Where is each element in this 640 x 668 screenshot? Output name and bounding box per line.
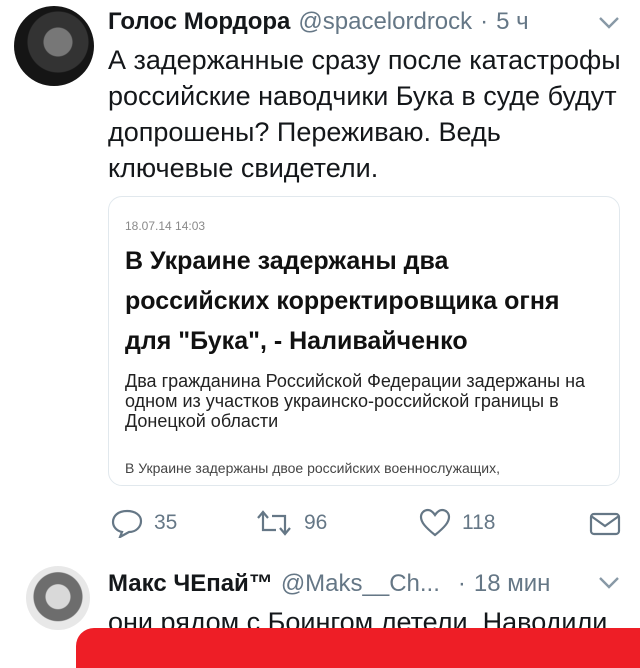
message-icon: [589, 512, 621, 536]
link-card[interactable]: 18.07.14 14:03 В Украине задержаны два р…: [108, 196, 620, 486]
chevron-down-icon[interactable]: [596, 12, 622, 34]
author-name[interactable]: Голос Мордора: [108, 8, 290, 36]
card-title: В Украине задержаны два российских корре…: [125, 247, 560, 355]
author-name[interactable]: Макс ЧЕпай™: [108, 570, 273, 598]
retweet-button[interactable]: 96: [254, 508, 327, 538]
like-icon: [419, 508, 451, 537]
avatar[interactable]: [26, 566, 90, 630]
tweet-text: А задержанные сразу после катастрофы рос…: [108, 45, 621, 183]
separator-dot: ·: [457, 570, 466, 597]
card-date: 18.07.14 14:03: [125, 219, 206, 233]
retweet-count: 96: [304, 511, 328, 534]
like-count: 118: [462, 511, 496, 534]
tweet-header: Макс ЧЕпай™ @Maks__Ch... · 18 мин: [108, 570, 550, 598]
card-more-text: В Украине задержаны двое российских воен…: [125, 460, 500, 476]
avatar[interactable]: [14, 6, 94, 86]
like-button[interactable]: 118: [418, 508, 495, 538]
red-highlight-mark: [76, 628, 640, 668]
timestamp[interactable]: 18 мин: [474, 570, 551, 598]
author-handle[interactable]: @Maks__Ch...: [281, 570, 440, 598]
retweet-icon: [257, 510, 291, 536]
tweet-header: Голос Мордора @spacelordrock · 5 ч: [108, 8, 529, 36]
reply-count: 35: [154, 511, 178, 534]
reply-button[interactable]: 35: [110, 508, 177, 538]
message-button[interactable]: [588, 510, 632, 538]
card-description: Два гражданина Российской Федерации заде…: [125, 371, 586, 431]
reply-icon: [111, 509, 143, 538]
separator-dot: ·: [480, 8, 489, 35]
timestamp[interactable]: 5 ч: [496, 8, 529, 36]
author-handle[interactable]: @spacelordrock: [298, 8, 472, 36]
chevron-down-icon[interactable]: [596, 572, 622, 594]
